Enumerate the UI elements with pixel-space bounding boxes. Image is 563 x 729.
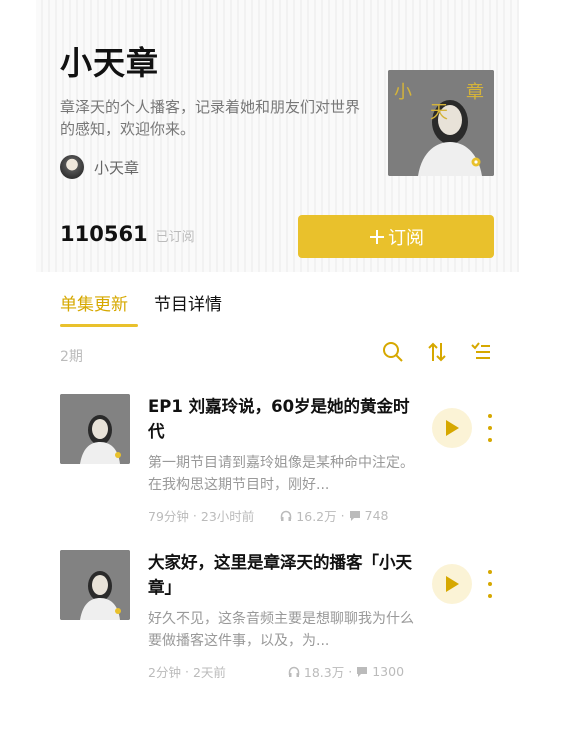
- cover-char-2: 天: [430, 102, 448, 123]
- play-button[interactable]: [432, 564, 472, 604]
- podcast-description: 章泽天的个人播客，记录着她和朋友们对世界的感知，欢迎你来。: [60, 98, 361, 138]
- episode-item[interactable]: EP1 刘嘉玲说，60岁是她的黄金时代 第一期节目请到嘉玲姐像是某种命中注定。 …: [60, 394, 500, 534]
- episode-duration: 79分钟: [148, 509, 189, 524]
- search-icon[interactable]: [381, 340, 405, 364]
- tab-episodes[interactable]: 单集更新: [60, 290, 138, 327]
- episode-description: 好久不见，这条音频主要是想聊聊我为什么要做播客这件事，以及，为...: [148, 611, 414, 649]
- tab-details[interactable]: 节目详情: [154, 290, 222, 327]
- plus-icon: [370, 229, 384, 244]
- episode-meta: 79分钟 · 23小时前 16.2万 · 748: [148, 508, 389, 524]
- filter-list-icon[interactable]: [469, 340, 493, 364]
- play-button[interactable]: [432, 408, 472, 448]
- episode-comments: 1300: [372, 664, 405, 679]
- subscribe-button-label: 订阅: [388, 227, 424, 249]
- headphones-icon: [281, 510, 292, 521]
- episode-comments: 748: [364, 508, 389, 523]
- episode-thumbnail: [60, 394, 130, 464]
- episode-description: 第一期节目请到嘉玲姐像是某种命中注定。 在我构思这期节目时，刚好...: [148, 455, 414, 493]
- episode-time: 23小时前: [200, 509, 255, 524]
- cover-char-3: 章: [466, 82, 484, 103]
- subscriber-count-label: 已订阅: [155, 230, 195, 245]
- episode-item[interactable]: 大家好，这里是章泽天的播客「小天章」 好久不见，这条音频主要是想聊聊我为什么要做…: [60, 550, 500, 690]
- author-name[interactable]: 小天章: [94, 157, 139, 178]
- headphones-icon: [288, 666, 300, 677]
- episode-title[interactable]: EP1 刘嘉玲说，60岁是她的黄金时代: [148, 394, 416, 444]
- episode-thumbnail: [60, 550, 130, 620]
- author-row[interactable]: 小天章: [60, 155, 139, 179]
- episode-plays: 16.2万: [296, 509, 337, 524]
- episode-plays: 18.3万: [303, 665, 345, 680]
- sort-icon[interactable]: [425, 340, 449, 364]
- list-toolbar: [381, 340, 493, 364]
- comment-icon: [357, 666, 368, 677]
- tab-bar: 单集更新 节目详情: [60, 290, 222, 327]
- subscriber-count: 110561: [60, 222, 148, 246]
- podcast-title: 小天章: [60, 44, 160, 82]
- episode-meta: 2分钟 · 2天前 18.3万 · 1300: [148, 664, 405, 680]
- podcast-header: 小天章 章泽天的个人播客，记录着她和朋友们对世界的感知，欢迎你来。 小天章 小 …: [36, 0, 519, 272]
- play-icon: [446, 576, 459, 592]
- episode-title[interactable]: 大家好，这里是章泽天的播客「小天章」: [148, 550, 416, 600]
- avatar[interactable]: [60, 155, 84, 179]
- comment-icon: [349, 510, 360, 521]
- podcast-page: 小天章 章泽天的个人播客，记录着她和朋友们对世界的感知，欢迎你来。 小天章 小 …: [36, 0, 519, 729]
- play-icon: [446, 420, 459, 436]
- episode-count: 2期: [60, 349, 83, 365]
- more-options-icon[interactable]: [486, 414, 494, 442]
- more-options-icon[interactable]: [486, 570, 494, 598]
- podcast-cover: 小 天 章: [388, 70, 494, 176]
- cover-char-1: 小: [394, 82, 412, 103]
- episode-duration: 2分钟: [148, 665, 181, 680]
- episode-time: 2天前: [192, 665, 226, 680]
- subscriber-count-row: 110561 已订阅: [60, 222, 195, 246]
- subscribe-button[interactable]: 订阅: [298, 215, 494, 258]
